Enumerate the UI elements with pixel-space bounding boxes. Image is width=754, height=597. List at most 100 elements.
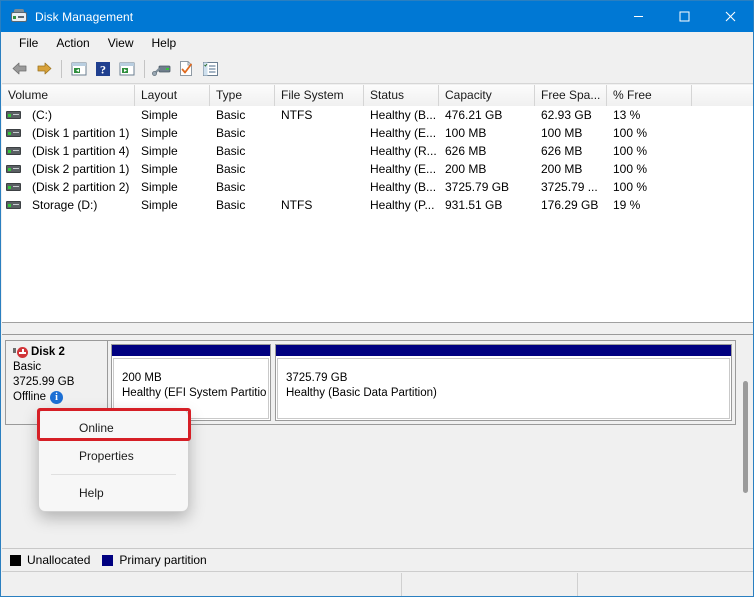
cell-type: Basic (216, 198, 246, 212)
cell-free-space: 626 MB (541, 144, 583, 158)
volume-drive-icon (6, 110, 21, 120)
context-menu-separator (51, 474, 176, 475)
cell-free-space: 200 MB (541, 162, 583, 176)
cell-volume: Storage (D:) (32, 198, 98, 212)
cell-capacity: 3725.79 GB (445, 180, 510, 194)
forward-icon[interactable] (32, 57, 56, 81)
status-pane-2 (402, 572, 578, 596)
disk-selection-tick (13, 348, 16, 353)
legend-item-unallocated: Unallocated (10, 553, 90, 567)
toolbar-separator (61, 59, 62, 78)
menu-help[interactable]: Help (143, 34, 186, 53)
legend-label-unallocated: Unallocated (27, 553, 91, 567)
scrollbar-thumb[interactable] (743, 381, 748, 493)
legend-item-primary-partition: Primary partition (102, 553, 207, 567)
disk-title: Disk 2 (13, 345, 107, 360)
cell-capacity: 200 MB (445, 162, 487, 176)
context-menu-item-help[interactable]: Help (42, 479, 185, 507)
legend-swatch-primary-partition (102, 554, 114, 566)
cell-type: Basic (216, 144, 246, 158)
column-header-free-space[interactable]: Free Spa... (535, 85, 607, 106)
cell-free-space: 100 MB (541, 126, 583, 140)
partition-size: 3725.79 GB (286, 372, 348, 384)
column-header-percent-free[interactable]: % Free (607, 85, 692, 106)
table-row[interactable]: (Disk 2 partition 1) Simple Basic Health… (2, 160, 753, 178)
list-view-icon[interactable] (198, 57, 222, 81)
toolbar: ? (2, 54, 753, 84)
column-header-type[interactable]: Type (210, 85, 275, 106)
table-row[interactable]: (Disk 1 partition 4) Simple Basic Health… (2, 142, 753, 160)
table-row[interactable]: Storage (D:) Simple Basic NTFS Healthy (… (2, 196, 753, 214)
cell-percent-free: 19 % (613, 198, 641, 212)
cell-status: Healthy (P... (370, 198, 435, 212)
pane-splitter[interactable] (2, 323, 753, 334)
cell-percent-free: 100 % (613, 144, 648, 158)
menu-file[interactable]: File (10, 34, 47, 53)
table-row[interactable]: (Disk 2 partition 2) Simple Basic Health… (2, 178, 753, 196)
toolbar-separator (144, 59, 145, 78)
disk-name: Disk 2 (31, 346, 65, 358)
status-pane-1 (2, 572, 402, 596)
cell-file-system: NTFS (281, 198, 313, 212)
graphical-pane-scrollbar[interactable] (738, 337, 751, 545)
info-icon[interactable]: i (50, 391, 64, 404)
cell-layout: Simple (141, 144, 178, 158)
column-header-capacity[interactable]: Capacity (439, 85, 535, 106)
cell-percent-free: 100 % (613, 126, 648, 140)
legend: Unallocated Primary partition (2, 548, 753, 571)
cell-status: Healthy (B... (370, 180, 437, 194)
column-header-file-system[interactable]: File System (275, 85, 364, 106)
cell-layout: Simple (141, 180, 178, 194)
rescan-disks-icon[interactable] (150, 57, 174, 81)
disk-state: Offline (13, 391, 47, 403)
disk-error-icon (17, 347, 28, 358)
context-menu-item-online[interactable]: Online (42, 414, 185, 442)
disk-state-row: Offline i (13, 390, 107, 405)
cell-status: Healthy (R... (370, 144, 437, 158)
cell-volume: (Disk 2 partition 1) (32, 162, 130, 176)
table-row[interactable]: (Disk 1 partition 1) Simple Basic Health… (2, 124, 753, 142)
cell-status: Healthy (E... (370, 126, 437, 140)
cell-status: Healthy (B... (370, 108, 437, 122)
disk-context-menu: Online Properties Help (38, 409, 189, 512)
cell-volume: (Disk 1 partition 1) (32, 126, 130, 140)
properties-icon[interactable] (174, 57, 198, 81)
volume-list-body: (C:) Simple Basic NTFS Healthy (B... 476… (2, 106, 753, 214)
menu-bar: File Action View Help (2, 32, 753, 54)
back-icon[interactable] (8, 57, 32, 81)
cell-capacity: 931.51 GB (445, 198, 503, 212)
menu-action[interactable]: Action (47, 34, 98, 53)
menu-view[interactable]: View (99, 34, 143, 53)
minimize-button[interactable] (615, 1, 661, 32)
partition-color-bar (112, 345, 270, 357)
show-hide-action-pane-icon[interactable] (115, 57, 139, 81)
cell-type: Basic (216, 162, 246, 176)
partition-details: 3725.79 GB Healthy (Basic Data Partition… (277, 358, 730, 419)
help-icon[interactable]: ? (91, 57, 115, 81)
partition-status: Healthy (Basic Data Partition) (286, 387, 437, 399)
volume-drive-icon (6, 182, 21, 192)
column-header-volume[interactable]: Volume (2, 85, 135, 106)
cell-capacity: 626 MB (445, 144, 487, 158)
context-menu-item-properties[interactable]: Properties (42, 442, 185, 470)
legend-swatch-unallocated (10, 554, 21, 566)
show-hide-console-tree-icon[interactable] (67, 57, 91, 81)
maximize-button[interactable] (661, 1, 707, 32)
volume-drive-icon (6, 164, 21, 174)
column-header-status[interactable]: Status (364, 85, 439, 106)
window-controls (615, 1, 753, 32)
cell-percent-free: 100 % (613, 162, 648, 176)
column-header-layout[interactable]: Layout (135, 85, 210, 106)
partition-size: 200 MB (122, 372, 162, 384)
svg-text:?: ? (100, 62, 106, 76)
volume-drive-icon (6, 200, 21, 210)
close-button[interactable] (707, 1, 753, 32)
cell-percent-free: 13 % (613, 108, 641, 122)
cell-layout: Simple (141, 162, 178, 176)
cell-free-space: 3725.79 ... (541, 180, 598, 194)
cell-layout: Simple (141, 198, 178, 212)
partition-block-2[interactable]: 3725.79 GB Healthy (Basic Data Partition… (275, 344, 732, 421)
partition-status: Healthy (EFI System Partitio (122, 387, 267, 399)
table-row[interactable]: (C:) Simple Basic NTFS Healthy (B... 476… (2, 106, 753, 124)
column-header-filler (692, 85, 753, 106)
